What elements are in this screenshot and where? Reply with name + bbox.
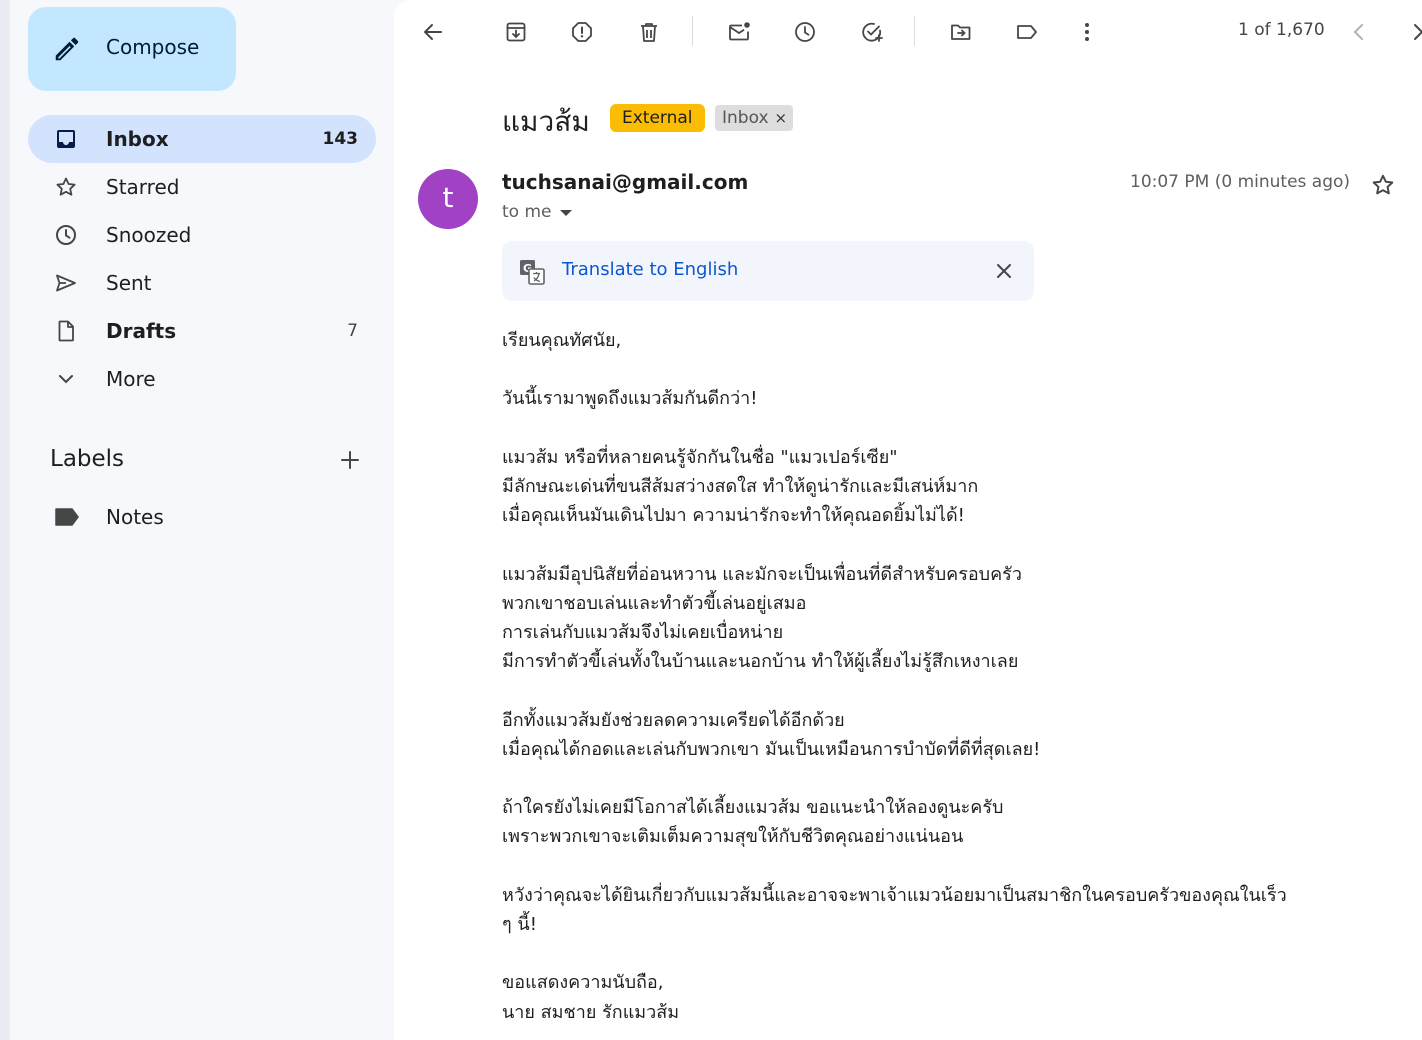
older-button[interactable] [1402,16,1422,48]
sidebar-label-notes[interactable]: Notes [28,493,376,541]
sender-address[interactable]: tuchsanai@gmail.com [502,170,748,194]
move-folder-icon [951,24,971,40]
more-vert-icon [1085,23,1089,41]
remove-label-icon[interactable]: × [775,105,788,131]
labels-button[interactable] [1011,16,1043,48]
draft-file-icon [58,320,74,342]
delete-button[interactable] [633,16,665,48]
send-icon [56,274,76,292]
sidebar-item-label: Sent [106,271,152,295]
sidebar: Compose Inbox 143 Starred Snoozed Sent D… [10,0,394,1040]
newer-button[interactable] [1343,16,1375,48]
report-icon [572,22,592,42]
compose-button[interactable]: Compose [28,7,236,91]
sidebar-item-sent[interactable]: Sent [28,259,376,307]
email-subject: แมวส้ม [502,105,590,138]
sidebar-item-more[interactable]: More [28,355,376,403]
add-to-tasks-button[interactable] [856,16,888,48]
drafts-count: 7 [347,321,358,341]
caret-down-icon [559,210,572,216]
unread-count: 143 [322,129,359,149]
chevron-down-icon [59,375,73,384]
app-edge [0,0,10,1040]
inbox-icon [57,130,75,148]
arrow-left-icon [424,24,442,40]
recipient-details-toggle[interactable]: to me [502,202,572,222]
external-badge: External [610,104,705,132]
clock-icon [56,225,76,245]
sidebar-item-inbox[interactable]: Inbox 143 [28,115,376,163]
report-spam-button[interactable] [566,16,598,48]
email-body: เรียนคุณทัศนัย, วันนี้เรามาพูดถึงแมวส้มก… [502,330,1287,1023]
more-options-button[interactable] [1071,16,1103,48]
add-task-icon [862,22,883,42]
inbox-chip-label: Inbox [722,108,769,128]
sidebar-item-starred[interactable]: Starred [28,163,376,211]
google-translate-icon: G [520,260,545,285]
add-label-icon[interactable] [338,448,362,472]
translate-banner: G Translate to English [502,241,1034,301]
email-timestamp: 10:07 PM (0 minutes ago) [1130,172,1351,192]
sender-avatar[interactable]: t [418,169,478,229]
close-icon[interactable] [992,259,1016,283]
sidebar-item-label: More [106,367,156,391]
chevron-right-icon [1414,24,1422,40]
compose-label: Compose [106,35,200,59]
labels-heading: Labels [50,446,125,472]
inbox-label-chip: Inbox × [715,105,794,131]
sidebar-item-label: Starred [106,175,180,199]
toolbar-divider [692,16,693,46]
message-view: 1 of 1,670 แมวส้ม External Inbox × t tuc… [394,0,1422,1040]
toolbar-divider [914,16,915,46]
sidebar-item-label: Drafts [106,319,177,343]
mark-unread-button[interactable] [723,16,755,48]
move-to-button[interactable] [945,16,977,48]
back-button[interactable] [417,16,449,48]
chevron-left-icon [1353,24,1363,40]
sidebar-item-snoozed[interactable]: Snoozed [28,211,376,259]
archive-button[interactable] [500,16,532,48]
star-icon [56,177,76,196]
star-icon[interactable] [1370,172,1396,198]
recipient-label: to me [502,202,552,222]
snooze-button[interactable] [789,16,821,48]
mark-unread-icon [729,22,750,41]
pencil-icon [55,37,79,61]
label-tag-icon [55,508,79,526]
sidebar-item-label: Inbox [106,127,169,151]
sidebar-item-label: Snoozed [106,223,192,247]
translate-link[interactable]: Translate to English [562,259,738,280]
sidebar-item-drafts[interactable]: Drafts 7 [28,307,376,355]
label-name: Notes [106,505,164,529]
archive-icon [506,22,526,42]
trash-icon [641,23,657,42]
pagination-count: 1 of 1,670 [1238,20,1325,40]
clock-icon [795,22,815,42]
label-icon [1017,25,1037,39]
